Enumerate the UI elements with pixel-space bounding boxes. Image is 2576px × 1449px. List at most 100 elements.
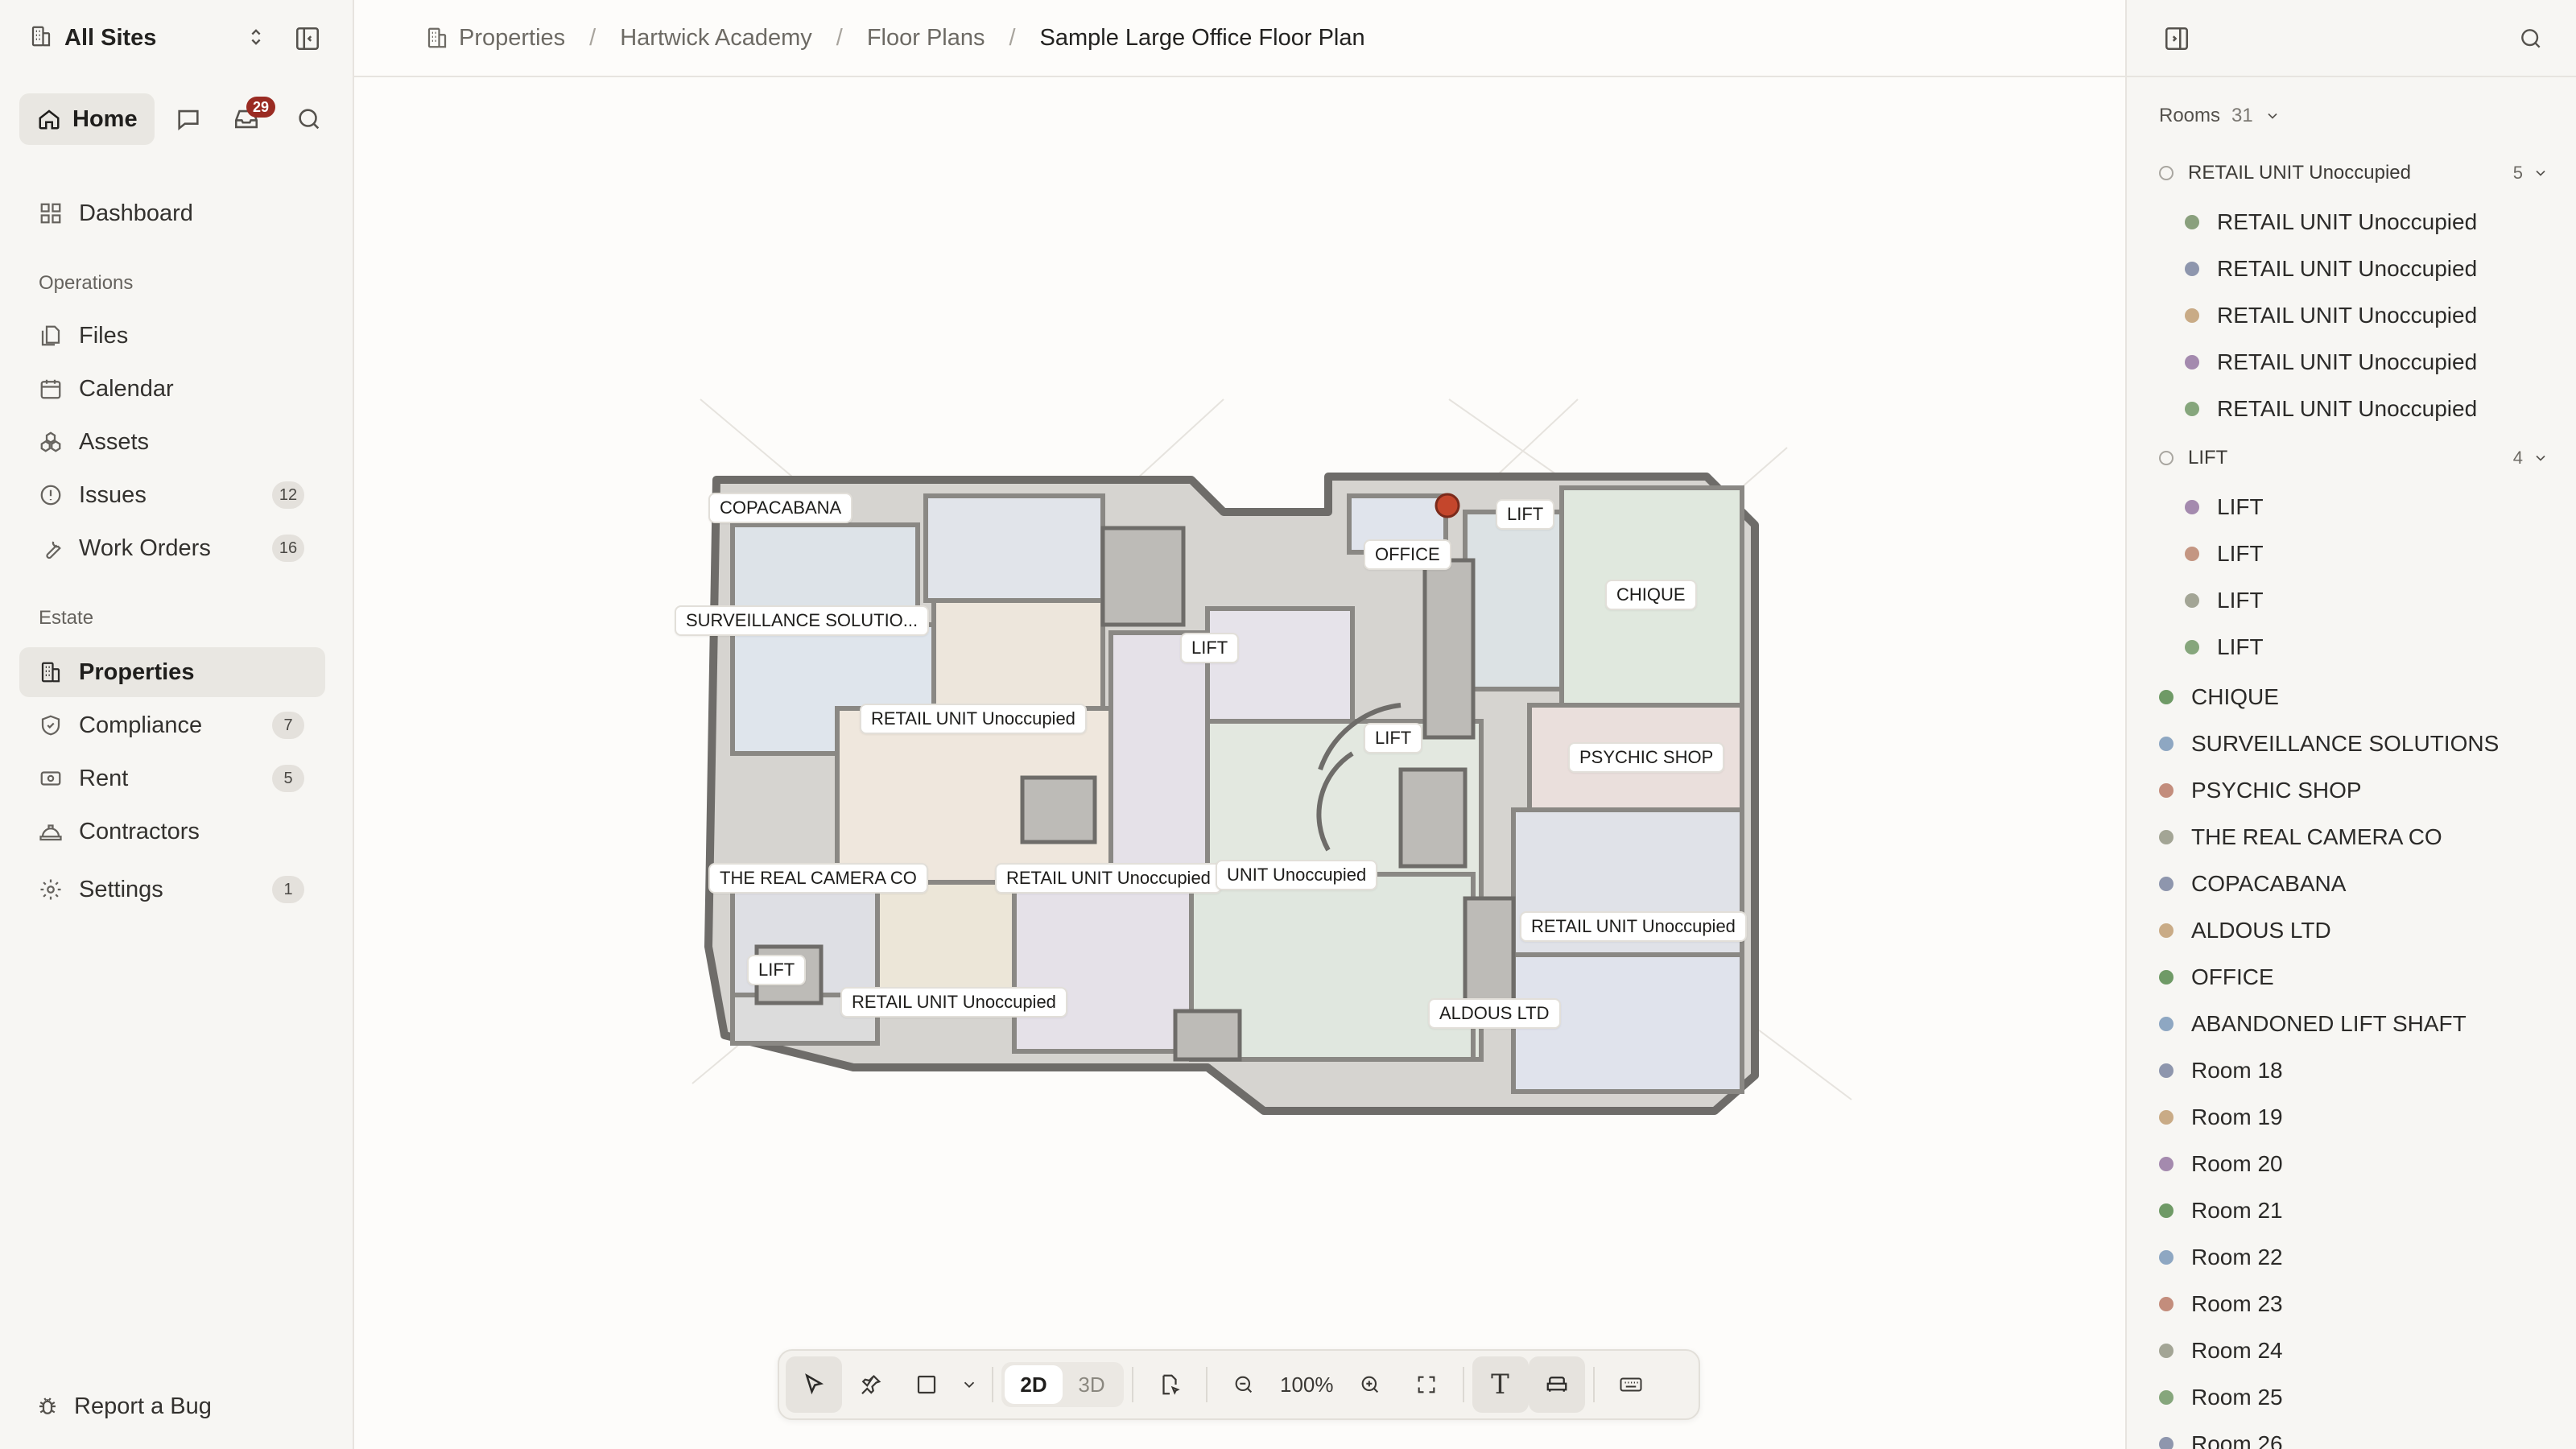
room-item[interactable]: LIFT [2159, 625, 2553, 670]
room-label-retail-unit[interactable]: UNIT Unoccupied [1216, 860, 1378, 890]
room-name: Room 20 [2191, 1151, 2283, 1176]
zoom-out-button[interactable] [1216, 1356, 1272, 1413]
room-item[interactable]: PSYCHIC SHOP [2159, 768, 2553, 813]
floor-plan-canvas[interactable]: COPACABANA OFFICE LIFT CHIQUE SURVEILLAN… [354, 77, 2125, 1449]
floor-plan-drawing[interactable] [354, 77, 2125, 1449]
room-label-psychic-shop[interactable]: PSYCHIC SHOP [1568, 742, 1725, 773]
room-item[interactable]: LIFT [2159, 531, 2553, 576]
messages-button[interactable] [163, 93, 214, 145]
breadcrumb-hartwick-academy[interactable]: Hartwick Academy [620, 25, 812, 52]
room-label-lift[interactable]: LIFT [1180, 633, 1240, 663]
sidebar-item-properties[interactable]: Properties [19, 647, 325, 697]
room-label-retail-unit[interactable]: RETAIL UNIT Unoccupied [860, 704, 1087, 734]
room-item[interactable]: Room 26 [2159, 1422, 2553, 1449]
shape-tool-button[interactable] [898, 1356, 955, 1413]
room-item[interactable]: LIFT [2159, 485, 2553, 530]
fit-to-screen-button[interactable] [1398, 1356, 1455, 1413]
room-group-lift[interactable]: LIFT 4 [2159, 436, 2553, 481]
room-label-chique[interactable]: CHIQUE [1605, 580, 1697, 610]
room-item[interactable]: Room 21 [2159, 1188, 2553, 1233]
sidebar-item-label: Rent [79, 765, 129, 791]
sidebar-item-compliance[interactable]: Compliance 7 [19, 700, 325, 750]
room-item[interactable]: RETAIL UNIT Unoccupied [2159, 340, 2553, 385]
rent-count-badge: 5 [272, 765, 304, 792]
room-item[interactable]: ABANDONED LIFT SHAFT [2159, 1001, 2553, 1046]
room-color-dot [2185, 547, 2199, 561]
room-label-lift[interactable]: LIFT [1364, 723, 1423, 753]
room-label-real-camera-co[interactable]: THE REAL CAMERA CO [708, 863, 928, 894]
collapse-sidebar-button[interactable] [290, 21, 325, 56]
room-label-retail-unit[interactable]: RETAIL UNIT Unoccupied [840, 987, 1067, 1018]
room-item[interactable]: ALDOUS LTD [2159, 908, 2553, 953]
room-item[interactable]: RETAIL UNIT Unoccupied [2159, 200, 2553, 245]
search-button[interactable] [283, 93, 335, 145]
room-item[interactable]: RETAIL UNIT Unoccupied [2159, 386, 2553, 431]
room-item[interactable]: LIFT [2159, 578, 2553, 623]
breadcrumb: Properties / Hartwick Academy / Floor Pl… [354, 0, 2125, 77]
rooms-search-button[interactable] [2513, 21, 2549, 56]
shape-options-dropdown[interactable] [955, 1356, 984, 1413]
page-select-button[interactable] [1141, 1356, 1198, 1413]
room-label-office[interactable]: OFFICE [1364, 539, 1451, 570]
sidebar-item-rent[interactable]: Rent 5 [19, 753, 325, 803]
zoom-in-button[interactable] [1342, 1356, 1398, 1413]
room-item[interactable]: RETAIL UNIT Unoccupied [2159, 246, 2553, 291]
text-labels-toggle[interactable]: T [1472, 1356, 1529, 1413]
sidebar-item-issues[interactable]: Issues 12 [19, 470, 325, 520]
sidebar-item-files[interactable]: Files [19, 311, 325, 361]
room-group-retail-unit[interactable]: RETAIL UNIT Unoccupied 5 [2159, 151, 2553, 196]
room-color-dot [2159, 1390, 2174, 1405]
room-color-dot [2159, 923, 2174, 938]
room-item[interactable]: CHIQUE [2159, 675, 2553, 720]
sidebar-quick-row: Home 29 [19, 93, 335, 145]
rooms-header-toggle[interactable]: Rooms 31 [2159, 105, 2281, 127]
settings-count-badge: 1 [272, 876, 304, 903]
room-item[interactable]: OFFICE [2159, 955, 2553, 1000]
room-label-lift[interactable]: LIFT [747, 955, 807, 985]
room-name: Room 18 [2191, 1058, 2283, 1083]
inbox-button[interactable]: 29 [221, 93, 275, 145]
room-item[interactable]: Room 19 [2159, 1095, 2553, 1140]
room-item[interactable]: SURVEILLANCE SOLUTIONS [2159, 721, 2553, 766]
room-item[interactable]: Room 22 [2159, 1235, 2553, 1280]
room-item[interactable]: Room 18 [2159, 1048, 2553, 1093]
room-label-copacabana[interactable]: COPACABANA [708, 493, 853, 523]
room-label-retail-unit[interactable]: RETAIL UNIT Unoccupied [1520, 911, 1747, 942]
sidebar-item-assets[interactable]: Assets [19, 417, 325, 467]
report-bug-button[interactable]: Report a Bug [35, 1386, 212, 1426]
breadcrumb-floor-plans[interactable]: Floor Plans [867, 25, 985, 52]
select-tool-button[interactable] [786, 1356, 842, 1413]
files-icon [41, 325, 60, 346]
room-item[interactable]: THE REAL CAMERA CO [2159, 815, 2553, 860]
issues-count-badge: 12 [272, 481, 304, 509]
room-label-surveillance[interactable]: SURVEILLANCE SOLUTIO... [675, 605, 930, 636]
sidebar-item-settings[interactable]: Settings 1 [19, 865, 325, 914]
breadcrumb-properties[interactable]: Properties [425, 25, 565, 52]
room-item[interactable]: RETAIL UNIT Unoccupied [2159, 293, 2553, 338]
room-item[interactable]: Room 25 [2159, 1375, 2553, 1420]
furniture-toggle[interactable] [1528, 1356, 1585, 1413]
room-name: RETAIL UNIT Unoccupied [2217, 256, 2478, 281]
room-color-dot [2159, 1297, 2174, 1311]
sidebar-item-contractors[interactable]: Contractors [19, 807, 325, 857]
sidebar-item-dashboard[interactable]: Dashboard [19, 188, 325, 238]
room-label-aldous-ltd[interactable]: ALDOUS LTD [1428, 998, 1561, 1029]
sidebar-item-calendar[interactable]: Calendar [19, 364, 325, 414]
room-item[interactable]: Room 20 [2159, 1141, 2553, 1187]
pin-tool-button[interactable] [842, 1356, 898, 1413]
page-title: Sample Large Office Floor Plan [1039, 24, 1365, 51]
view-3d-button[interactable]: 3D [1063, 1365, 1121, 1404]
site-switcher[interactable]: All Sites [29, 19, 267, 56]
keyboard-icon [1620, 1377, 1641, 1392]
home-button[interactable]: Home [19, 93, 155, 145]
room-item[interactable]: COPACABANA [2159, 861, 2553, 906]
room-item[interactable]: Room 24 [2159, 1328, 2553, 1373]
room-item[interactable]: Room 23 [2159, 1282, 2553, 1327]
room-label-retail-unit[interactable]: RETAIL UNIT Unoccupied [995, 863, 1222, 894]
view-2d-button[interactable]: 2D [1005, 1365, 1063, 1404]
sidebar-item-work-orders[interactable]: Work Orders 16 [19, 523, 325, 573]
properties-icon [41, 662, 60, 683]
room-label-lift[interactable]: LIFT [1496, 499, 1555, 530]
keyboard-shortcuts-button[interactable] [1603, 1356, 1659, 1413]
collapse-panel-button[interactable] [2159, 21, 2194, 56]
